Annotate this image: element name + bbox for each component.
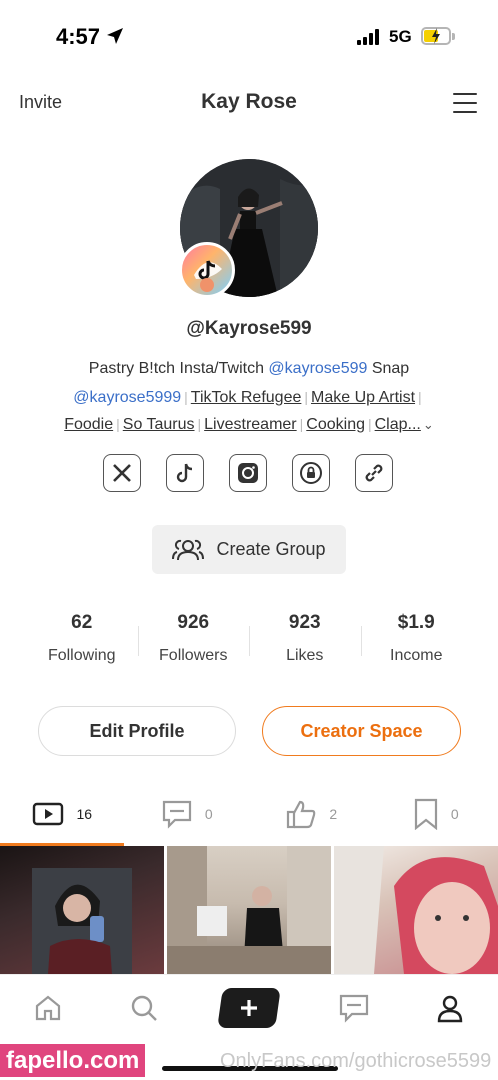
x-icon[interactable] — [103, 454, 141, 492]
battery-tip — [452, 33, 455, 40]
profile-stats: 62 Following 926 Followers 923 Likes $1.… — [26, 612, 472, 665]
hamburger-menu-icon[interactable] — [453, 93, 477, 113]
tiktok-badge-icon — [179, 242, 235, 298]
media-grid — [0, 846, 498, 974]
watermark-url: OnlyFans.com/gothicrose5599 — [220, 1050, 492, 1072]
stat-value: 923 — [288, 612, 321, 633]
link-icon[interactable] — [355, 454, 393, 492]
bio-tag[interactable]: Livestreamer — [204, 416, 296, 433]
create-post-button[interactable] — [217, 987, 281, 1028]
media-thumbnail[interactable] — [0, 846, 164, 974]
media-thumbnail[interactable] — [334, 846, 498, 974]
create-group-label: Create Group — [216, 539, 326, 559]
tab-likes[interactable]: 2 — [249, 794, 374, 834]
nav-profile-icon[interactable] — [430, 988, 470, 1028]
bio-line-2: @kayrose5999 | TikTok Refugee | Make Up Arti… — [20, 383, 478, 412]
nav-home-icon[interactable] — [28, 988, 68, 1028]
nav-search-icon[interactable] — [124, 988, 164, 1028]
signal-icon — [357, 29, 379, 45]
stat-label: Income — [390, 647, 443, 664]
tab-videos[interactable]: 16 — [0, 794, 125, 834]
stat-label: Followers — [159, 647, 228, 664]
bio-tag[interactable]: Clap... — [375, 416, 421, 433]
edit-profile-button[interactable]: Edit Profile — [38, 706, 236, 756]
battery-icon — [421, 27, 451, 45]
social-links — [103, 454, 393, 492]
bio-tag[interactable]: Cooking — [306, 416, 365, 433]
bio-separator: | — [367, 416, 372, 432]
bookmark-icon — [414, 798, 437, 830]
tab-bookmarks[interactable]: 0 — [374, 794, 498, 834]
stat-likes[interactable]: 923 Likes — [249, 612, 361, 665]
stat-value: $1.9 — [397, 612, 435, 633]
bio-separator: | — [197, 416, 202, 432]
comment-icon — [162, 800, 191, 829]
bio-mention-link[interactable]: @kayrose5999 — [73, 389, 181, 406]
bio-tag[interactable]: Foodie — [64, 416, 113, 433]
tab-count: 0 — [450, 806, 459, 822]
expand-bio-icon[interactable]: ⌄ — [423, 417, 434, 432]
thumbs-up-icon — [287, 800, 316, 829]
bio-separator: | — [299, 416, 304, 432]
video-icon — [33, 802, 64, 826]
plus-icon — [241, 999, 257, 1016]
stat-income[interactable]: $1.9 Income — [360, 612, 473, 665]
bio-mention-link[interactable]: @kayrose599 — [268, 360, 367, 377]
watermark-label: fapello.com — [0, 1044, 146, 1077]
stat-following[interactable]: 62 Following — [26, 612, 138, 665]
bio-tag[interactable]: TikTok Refugee — [191, 389, 302, 406]
instagram-icon[interactable] — [229, 454, 267, 492]
bio-tag[interactable]: So Taurus — [123, 416, 195, 433]
status-time: 4:57 — [56, 24, 101, 49]
tab-count: 0 — [204, 806, 213, 822]
bio-line-1: Pastry B!tch Insta/Twitch @kayrose599 Sn… — [20, 355, 478, 383]
tab-comments[interactable]: 0 — [125, 794, 250, 834]
network-label: 5G — [389, 27, 412, 46]
bottom-navigation — [0, 974, 498, 1040]
bio-text: Pastry B!tch Insta/Twitch — [88, 360, 269, 377]
stat-followers[interactable]: 926 Followers — [137, 612, 250, 665]
group-icon — [172, 539, 205, 560]
page-title: Kay Rose — [201, 90, 297, 113]
create-group-button[interactable]: Create Group — [152, 525, 346, 574]
creator-space-button[interactable]: Creator Space — [262, 706, 461, 756]
stat-value: 926 — [177, 612, 210, 633]
onlyfans-icon[interactable] — [292, 454, 330, 492]
stat-label: Likes — [286, 647, 324, 664]
bio-text: Snap — [367, 360, 410, 377]
bio-separator: | — [304, 389, 309, 405]
bio-line-3: Foodie | So Taurus | Livestreamer | Cooking | Cl… — [20, 410, 478, 439]
bio-separator: | — [116, 416, 120, 432]
bio-tag[interactable]: Make Up Artist — [311, 389, 415, 406]
tiktok-icon[interactable] — [166, 454, 204, 492]
nav-messages-icon[interactable] — [334, 988, 374, 1028]
bio-separator: | — [184, 389, 188, 405]
bio-separator: | — [418, 389, 422, 405]
media-thumbnail[interactable] — [167, 846, 331, 974]
tab-count: 2 — [329, 806, 338, 822]
status-bar: 4:57 5G — [0, 0, 498, 72]
tab-count: 16 — [76, 806, 93, 822]
location-arrow-icon — [107, 28, 123, 44]
content-tabs: 16 0 2 0 — [0, 794, 498, 834]
stat-value: 62 — [71, 612, 93, 633]
profile-handle: @Kayrose599 — [186, 318, 312, 339]
stat-label: Following — [47, 647, 116, 664]
